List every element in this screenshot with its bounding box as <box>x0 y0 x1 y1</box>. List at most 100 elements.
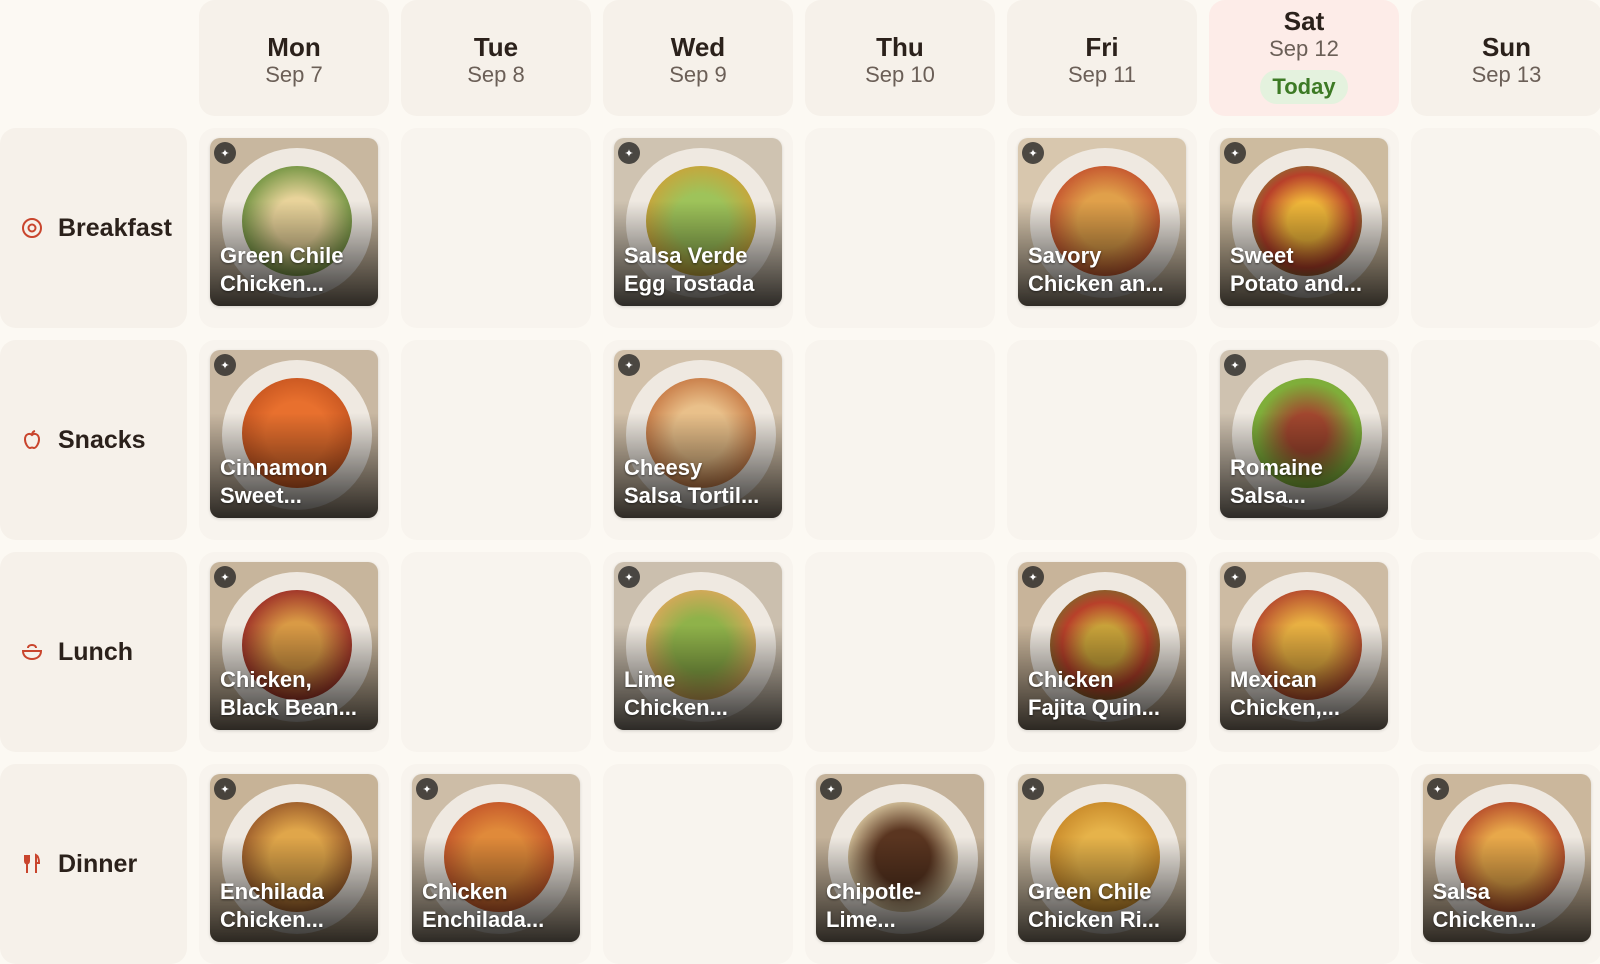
sparkle-icon: ✦ <box>1224 566 1246 588</box>
slot-snacks-wed[interactable]: ✦ Cheesy Salsa Tortil... <box>603 340 793 540</box>
day-header-thu[interactable]: Thu Sep 10 <box>805 0 995 116</box>
recipe-title: Savory Chicken an... <box>1028 243 1164 296</box>
slot-lunch-thu[interactable] <box>805 552 995 752</box>
slot-lunch-fri[interactable]: ✦ Chicken Fajita Quin... <box>1007 552 1197 752</box>
slot-breakfast-thu[interactable] <box>805 128 995 328</box>
slot-snacks-mon[interactable]: ✦ Cinnamon Sweet... <box>199 340 389 540</box>
slot-snacks-fri[interactable] <box>1007 340 1197 540</box>
today-badge: Today <box>1260 70 1348 104</box>
recipe-card[interactable]: ✦ Green Chile Chicken... <box>210 138 378 306</box>
slot-breakfast-fri[interactable]: ✦ Savory Chicken an... <box>1007 128 1197 328</box>
slot-dinner-fri[interactable]: ✦ Green Chile Chicken Ri... <box>1007 764 1197 964</box>
sparkle-icon: ✦ <box>1224 354 1246 376</box>
slot-breakfast-sat[interactable]: ✦ Sweet Potato and... <box>1209 128 1399 328</box>
day-header-tue[interactable]: Tue Sep 8 <box>401 0 591 116</box>
day-date: Sep 9 <box>669 62 727 87</box>
recipe-card[interactable]: ✦ Sweet Potato and... <box>1220 138 1388 306</box>
day-name: Thu <box>876 32 924 62</box>
sparkle-icon: ✦ <box>618 142 640 164</box>
recipe-title: Sweet Potato and... <box>1230 243 1362 296</box>
slot-lunch-sat[interactable]: ✦ Mexican Chicken,... <box>1209 552 1399 752</box>
day-header-fri[interactable]: Fri Sep 11 <box>1007 0 1197 116</box>
slot-dinner-wed[interactable] <box>603 764 793 964</box>
slot-lunch-sun[interactable] <box>1411 552 1600 752</box>
recipe-card[interactable]: ✦ Green Chile Chicken Ri... <box>1018 774 1186 942</box>
recipe-card[interactable]: ✦ Chicken, Black Bean... <box>210 562 378 730</box>
slot-snacks-thu[interactable] <box>805 340 995 540</box>
slot-breakfast-mon[interactable]: ✦ Green Chile Chicken... <box>199 128 389 328</box>
recipe-card[interactable]: ✦ Savory Chicken an... <box>1018 138 1186 306</box>
sparkle-icon: ✦ <box>618 566 640 588</box>
slot-lunch-mon[interactable]: ✦ Chicken, Black Bean... <box>199 552 389 752</box>
day-name: Sun <box>1481 32 1532 62</box>
day-date: Sep 10 <box>865 62 935 87</box>
sparkle-icon: ✦ <box>1022 142 1044 164</box>
recipe-title: Mexican Chicken,... <box>1230 667 1341 720</box>
sparkle-icon: ✦ <box>618 354 640 376</box>
grid-corner <box>0 0 187 116</box>
recipe-card[interactable]: ✦ Salsa Verde Egg Tostada <box>614 138 782 306</box>
bowl-icon <box>21 643 43 661</box>
meal-label-text: Breakfast <box>58 213 172 242</box>
slot-breakfast-wed[interactable]: ✦ Salsa Verde Egg Tostada <box>603 128 793 328</box>
slot-snacks-sat[interactable]: ✦ Romaine Salsa... <box>1209 340 1399 540</box>
day-name: Tue <box>473 32 519 62</box>
slot-dinner-thu[interactable]: ✦ Chipotle- Lime... <box>805 764 995 964</box>
meal-label-lunch: Lunch <box>0 552 187 752</box>
day-name: Fri <box>1085 32 1119 62</box>
day-date: Sep 11 <box>1067 62 1137 87</box>
slot-snacks-tue[interactable] <box>401 340 591 540</box>
recipe-card[interactable]: ✦ Cheesy Salsa Tortil... <box>614 350 782 518</box>
day-date: Sep 13 <box>1471 62 1542 87</box>
recipe-card[interactable]: ✦ Lime Chicken... <box>614 562 782 730</box>
egg-icon <box>22 218 42 238</box>
recipe-title: Cheesy Salsa Tortil... <box>624 455 760 508</box>
recipe-title: Salsa Verde Egg Tostada <box>624 243 755 296</box>
sparkle-icon: ✦ <box>214 354 236 376</box>
recipe-card[interactable]: ✦ Mexican Chicken,... <box>1220 562 1388 730</box>
slot-lunch-wed[interactable]: ✦ Lime Chicken... <box>603 552 793 752</box>
day-date: Sep 12 <box>1269 36 1339 61</box>
recipe-title: Chicken, Black Bean... <box>220 667 357 720</box>
slot-dinner-sat[interactable] <box>1209 764 1399 964</box>
slot-snacks-sun[interactable] <box>1411 340 1600 540</box>
slot-lunch-tue[interactable] <box>401 552 591 752</box>
recipe-card[interactable]: ✦ Cinnamon Sweet... <box>210 350 378 518</box>
day-date: Sep 8 <box>467 62 525 87</box>
day-header-mon[interactable]: Mon Sep 7 <box>199 0 389 116</box>
slot-dinner-sun[interactable]: ✦ Salsa Chicken... <box>1411 764 1600 964</box>
recipe-card[interactable]: ✦ Chicken Fajita Quin... <box>1018 562 1186 730</box>
sparkle-icon: ✦ <box>1022 778 1044 800</box>
day-name: Mon <box>267 32 321 62</box>
sparkle-icon: ✦ <box>214 566 236 588</box>
recipe-card[interactable]: ✦ Chipotle- Lime... <box>816 774 984 942</box>
sparkle-icon: ✦ <box>1426 778 1449 800</box>
recipe-title: Green Chile Chicken... <box>220 243 344 296</box>
sparkle-icon: ✦ <box>1224 142 1246 164</box>
sparkle-icon: ✦ <box>214 142 236 164</box>
recipe-card[interactable]: ✦ Chicken Enchilada... <box>412 774 580 942</box>
meal-label-breakfast: Breakfast <box>0 128 187 328</box>
recipe-card[interactable]: ✦ Romaine Salsa... <box>1220 350 1388 518</box>
day-header-wed[interactable]: Wed Sep 9 <box>603 0 793 116</box>
day-date: Sep 7 <box>265 62 323 87</box>
day-header-sun[interactable]: Sun Sep 13 <box>1411 0 1600 116</box>
slot-dinner-mon[interactable]: ✦ Enchilada Chicken... <box>199 764 389 964</box>
recipe-title: Chicken Fajita Quin... <box>1028 667 1161 720</box>
recipe-title: Cinnamon Sweet... <box>220 455 328 508</box>
meal-planner-grid: Mon Sep 7 Tue Sep 8 Wed Sep 9 Thu Sep 10… <box>0 0 1600 964</box>
day-header-sat[interactable]: Sat Sep 12 Today <box>1209 0 1399 116</box>
slot-breakfast-sun[interactable] <box>1411 128 1600 328</box>
recipe-card[interactable]: ✦ Enchilada Chicken... <box>210 774 378 942</box>
meal-label-text: Lunch <box>58 637 133 666</box>
sparkle-icon: ✦ <box>214 778 236 800</box>
recipe-title: Romaine Salsa... <box>1230 455 1323 508</box>
meal-label-text: Dinner <box>58 849 138 878</box>
slot-dinner-tue[interactable]: ✦ Chicken Enchilada... <box>401 764 591 964</box>
sparkle-icon: ✦ <box>1022 566 1044 588</box>
sparkle-icon: ✦ <box>820 778 842 800</box>
slot-breakfast-tue[interactable] <box>401 128 591 328</box>
recipe-card[interactable]: ✦ Salsa Chicken... <box>1422 774 1591 942</box>
meal-label-snacks: Snacks <box>0 340 187 540</box>
recipe-title: Lime Chicken... <box>624 667 728 720</box>
